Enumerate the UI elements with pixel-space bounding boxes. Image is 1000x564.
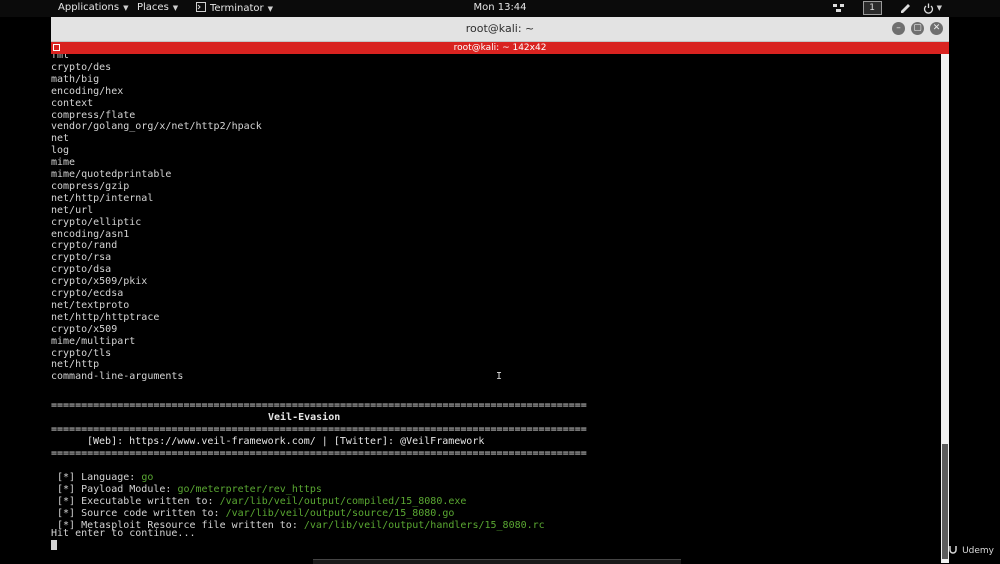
package-line: mime (51, 157, 76, 169)
package-line: net/http/httptrace (51, 311, 160, 323)
caret-down-icon: ▼ (936, 4, 942, 12)
package-line: crypto/dsa (51, 264, 112, 276)
info-label: [*] Executable written to: (51, 496, 220, 507)
info-label: [*] Payload Module: (51, 484, 178, 495)
udemy-icon (948, 544, 958, 557)
info-value: go/meterpreter/rev_https (177, 484, 322, 495)
package-line: math/big (51, 73, 100, 85)
text-cursor (51, 540, 57, 550)
package-line: net/textproto (51, 299, 130, 311)
package-line: net (51, 133, 70, 145)
package-line: net/http/internal (51, 192, 154, 204)
package-line: crypto/x509/pkix (51, 276, 148, 288)
terminal-window: root@kali: ~ – ▢ ✕ root@kali: ~ 142x42 f… (51, 17, 949, 563)
window-list-strip (313, 559, 681, 564)
terminal-tab-title: root@kali: ~ 142x42 (453, 43, 547, 53)
scrollbar[interactable] (941, 54, 949, 563)
pencil-icon[interactable] (900, 3, 911, 14)
package-line: encoding/hex (51, 85, 124, 97)
package-line: compress/flate (51, 109, 136, 121)
package-line: crypto/rand (51, 240, 118, 252)
udemy-watermark: Udemy (948, 544, 994, 557)
terminal-output[interactable]: fmt crypto/des math/big encoding/hex context… (51, 54, 941, 563)
info-value: go (141, 472, 154, 483)
workspace-indicator[interactable]: 1 (862, 1, 882, 15)
close-icon[interactable]: ✕ (930, 22, 943, 35)
info-label: [*] Source code written to: (51, 508, 226, 519)
package-line: crypto/x509 (51, 323, 118, 335)
window-title: root@kali: ~ (465, 22, 535, 35)
scrollbar-thumb[interactable] (942, 444, 948, 559)
package-line: net/http (51, 359, 100, 371)
package-line: mime/quotedprintable (51, 169, 172, 180)
network-icon[interactable] (832, 3, 845, 13)
banner-rule: ========================================… (51, 424, 587, 435)
package-line: mime/multipart (51, 335, 136, 347)
top-panel: Applications ▼ Places ▼ Terminator ▼ Mon… (0, 0, 1000, 17)
package-line: crypto/tls (51, 347, 112, 359)
info-payload: [*] Payload Module: go/meterpreter/rev_h… (51, 484, 322, 496)
package-line: compress/gzip (51, 180, 130, 192)
maximize-icon[interactable]: ▢ (911, 22, 924, 35)
info-value: /var/lib/veil/output/source/15_8080.go (225, 508, 455, 519)
info-executable: [*] Executable written to: /var/lib/veil… (51, 496, 466, 508)
info-value: /var/lib/veil/output/compiled/15_8080.ex… (219, 496, 467, 507)
package-line: vendor/golang_org/x/net/http2/hpack (51, 121, 262, 133)
info-value: /var/lib/veil/output/handlers/15_8080.rc (303, 520, 545, 531)
udemy-label: Udemy (962, 545, 994, 556)
continue-prompt: Hit enter to continue... (51, 528, 196, 539)
package-line: encoding/asn1 (51, 228, 130, 240)
window-titlebar[interactable]: root@kali: ~ – ▢ ✕ (51, 17, 949, 42)
package-line: crypto/elliptic (51, 216, 142, 228)
minimize-icon[interactable]: – (892, 22, 905, 35)
system-tray: 1 ▼ (832, 1, 942, 15)
banner-rule: ========================================… (51, 448, 587, 459)
package-line: crypto/des (51, 61, 112, 73)
package-line: net/url (51, 204, 94, 216)
package-line: command-line-arguments (51, 371, 184, 383)
banner-title: Veil-Evasion (268, 412, 341, 423)
power-icon[interactable]: ▼ (923, 3, 942, 14)
banner-links: [Web]: https://www.veil-framework.com/ |… (87, 436, 485, 447)
info-label: [*] Language: (51, 472, 142, 483)
terminal-tab-bar[interactable]: root@kali: ~ 142x42 (51, 42, 949, 54)
banner-rule: ========================================… (51, 400, 587, 411)
package-line: crypto/ecdsa (51, 288, 124, 299)
cursor-icon: I (496, 371, 503, 382)
package-line: log (51, 145, 70, 157)
window-controls: – ▢ ✕ (892, 22, 943, 35)
package-line: fmt (51, 54, 70, 61)
info-language: [*] Language: go (51, 472, 153, 484)
info-source: [*] Source code written to: /var/lib/vei… (51, 508, 454, 520)
package-line: crypto/rsa (51, 252, 112, 264)
package-line: context (51, 97, 94, 109)
